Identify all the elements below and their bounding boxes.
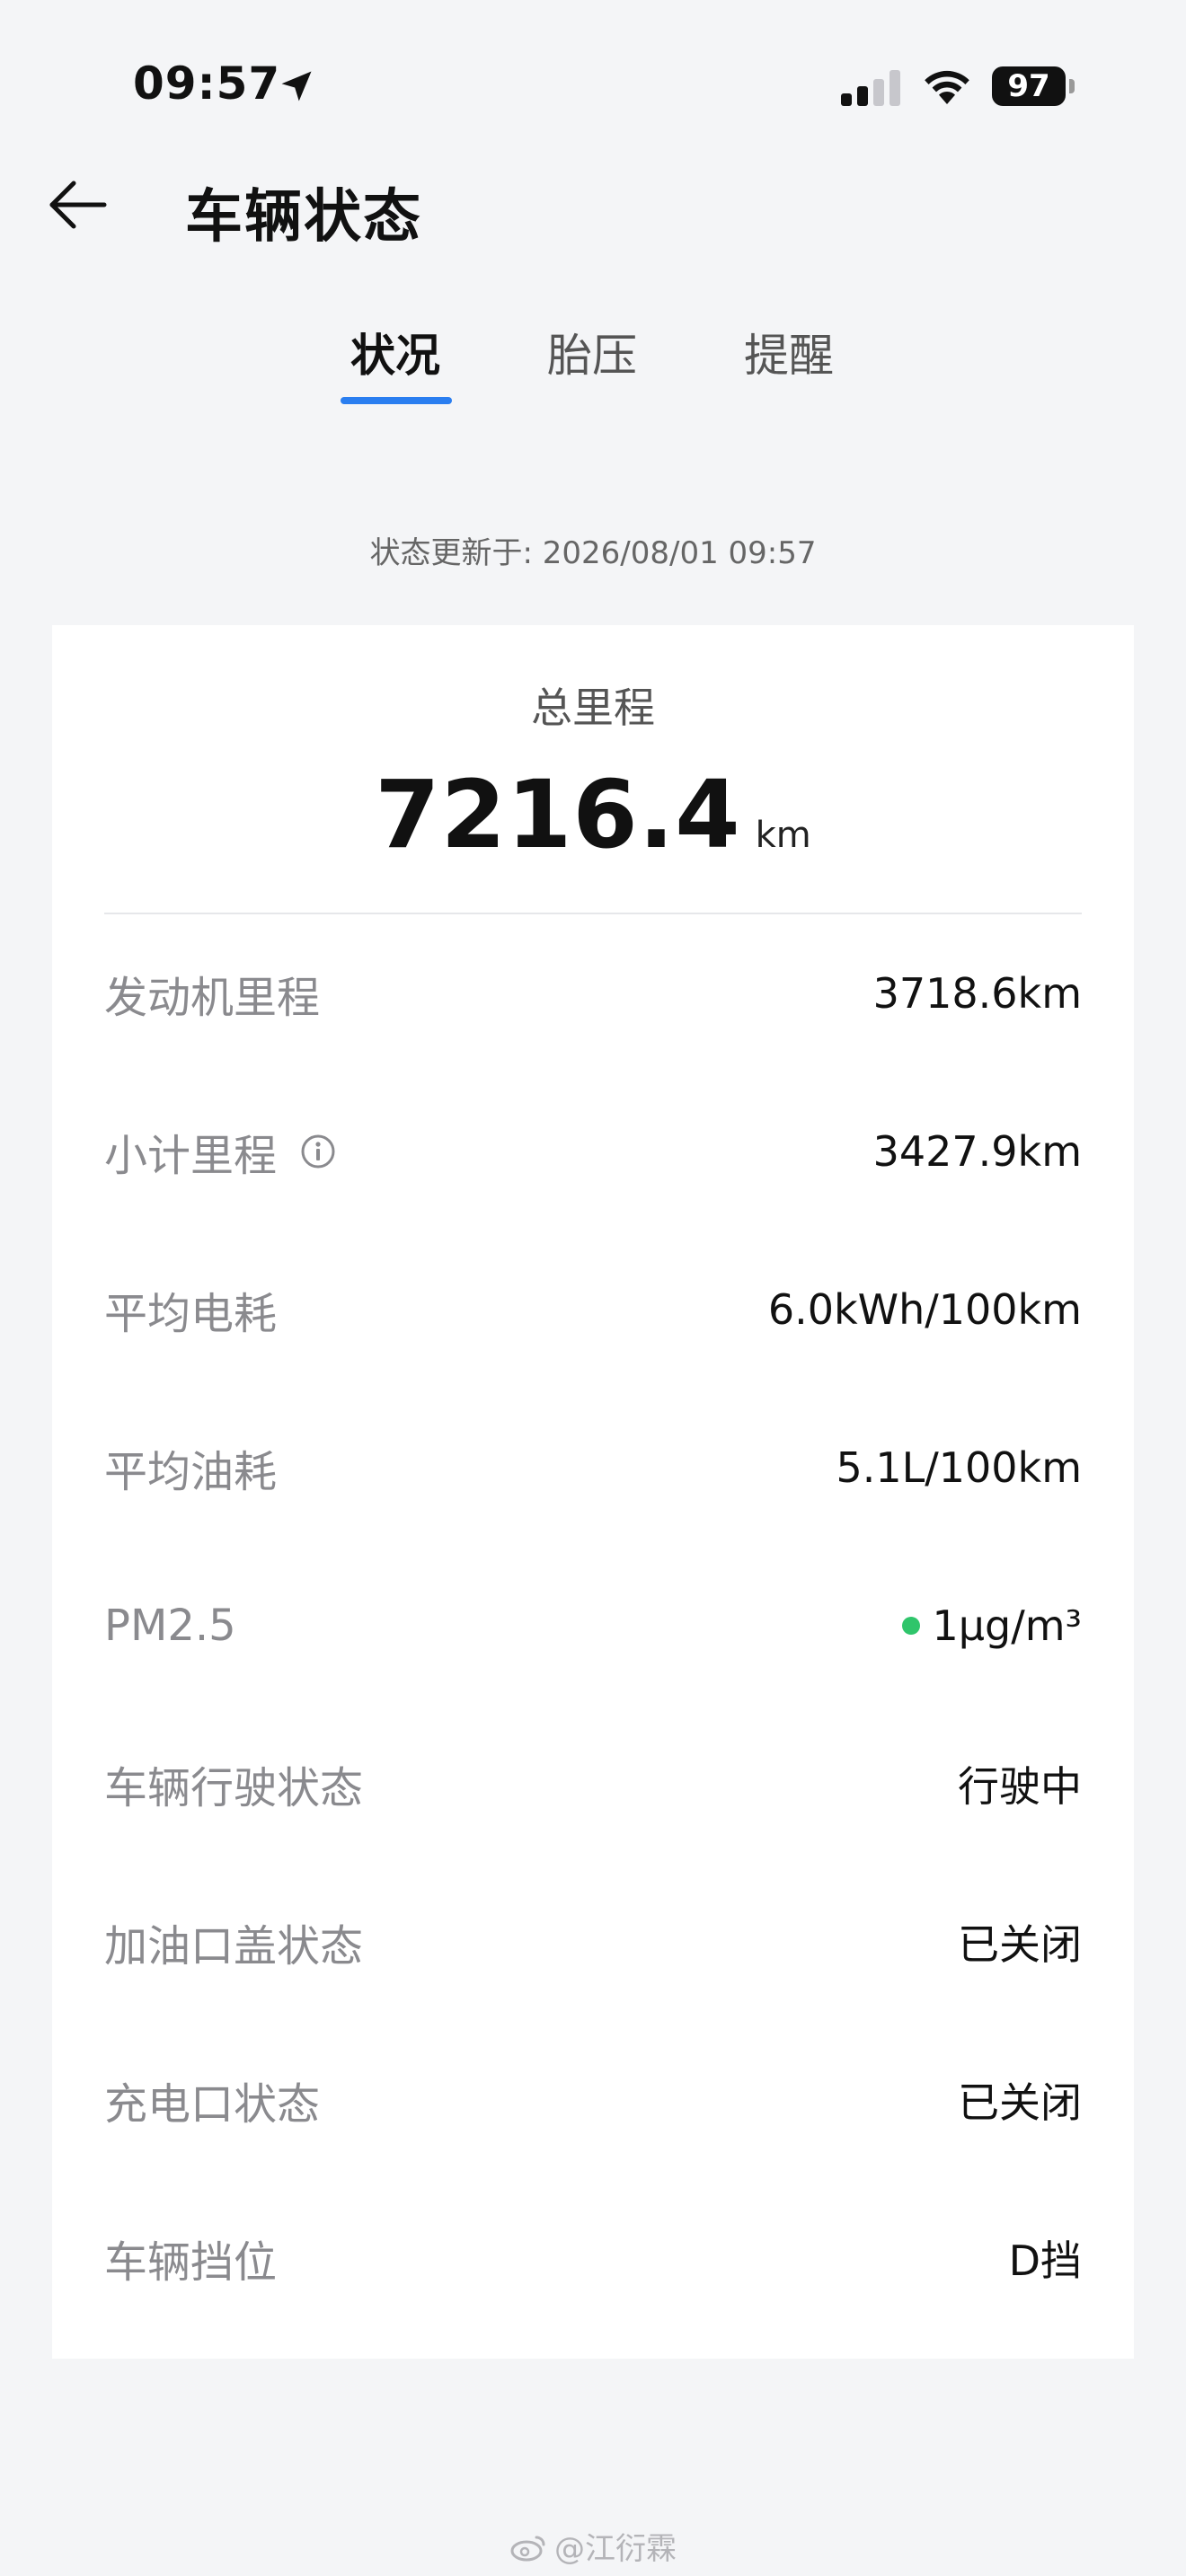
row-value: 5.1L/100km bbox=[836, 1443, 1082, 1492]
row-value: 1μg/m³ bbox=[932, 1601, 1082, 1650]
row-value: 已关闭 bbox=[958, 2078, 1082, 2127]
row-value-wrap: 1μg/m³ bbox=[901, 1601, 1082, 1650]
active-tab-indicator bbox=[341, 397, 452, 404]
row-label: 发动机里程 bbox=[104, 973, 321, 1023]
row-value: 3427.9km bbox=[872, 1127, 1082, 1176]
total-mileage-label: 总里程 bbox=[531, 684, 655, 732]
row-label: PM2.5 bbox=[104, 1601, 236, 1651]
last-updated-text: 状态更新于: 2026/08/01 09:57 bbox=[369, 535, 817, 571]
row-label: 小计里程 bbox=[104, 1131, 278, 1181]
row-value: 已关闭 bbox=[958, 1920, 1082, 1969]
battery-indicator: 97 bbox=[992, 66, 1066, 106]
row-driving-state: 车辆行驶状态 行驶中 bbox=[104, 1705, 1082, 1863]
info-icon[interactable] bbox=[300, 1134, 336, 1169]
total-mileage: 7216.4 km bbox=[52, 760, 1134, 869]
tab-condition[interactable]: 状况 bbox=[332, 320, 458, 401]
air-quality-dot bbox=[901, 1617, 920, 1635]
status-time: 09:57 bbox=[133, 57, 281, 110]
row-label: 车辆行驶状态 bbox=[104, 1763, 364, 1813]
row-value: 行驶中 bbox=[958, 1762, 1082, 1811]
row-avg-fuel: 平均油耗 5.1L/100km bbox=[104, 1389, 1082, 1547]
battery-tip bbox=[1069, 79, 1075, 93]
page-title: 车辆状态 bbox=[185, 184, 422, 251]
status-list: 发动机里程 3718.6km 小计里程 3427.9km 平均电耗 6.0kWh… bbox=[104, 914, 1082, 2337]
watermark: @江衍霖 bbox=[0, 2524, 1186, 2568]
cellular-signal-icon bbox=[841, 70, 900, 106]
row-label: 平均油耗 bbox=[104, 1447, 278, 1497]
back-button[interactable] bbox=[47, 176, 110, 234]
tab-reminders[interactable]: 提醒 bbox=[726, 320, 852, 401]
row-charge-port: 充电口状态 已关闭 bbox=[104, 2021, 1082, 2179]
tab-bar: 状况 胎压 提醒 bbox=[0, 320, 1186, 419]
total-mileage-unit: km bbox=[755, 815, 811, 856]
watermark-text: @江衍霖 bbox=[554, 2531, 677, 2567]
row-value: 6.0kWh/100km bbox=[767, 1285, 1082, 1334]
row-label: 平均电耗 bbox=[104, 1289, 278, 1339]
row-label: 充电口状态 bbox=[104, 2079, 321, 2130]
row-trip-mileage: 小计里程 3427.9km bbox=[104, 1072, 1082, 1231]
vehicle-status-screen: 09:57 97 车辆状态 状况 胎压 提醒 状态更新于: 2026/08/01… bbox=[0, 0, 1186, 2576]
row-fuel-door: 加油口盖状态 已关闭 bbox=[104, 1863, 1082, 2021]
weibo-icon bbox=[510, 2536, 545, 2562]
status-card: 总里程 7216.4km 发动机里程 3718.6km 小计里程 3427.9 bbox=[52, 625, 1134, 2359]
row-label-wrap: 小计里程 bbox=[104, 1120, 336, 1183]
tab-tire-pressure[interactable]: 胎压 bbox=[529, 320, 655, 401]
row-label: 车辆挡位 bbox=[104, 2237, 278, 2288]
row-avg-energy: 平均电耗 6.0kWh/100km bbox=[104, 1231, 1082, 1389]
location-arrow-icon bbox=[281, 71, 312, 101]
row-value: D挡 bbox=[1008, 2236, 1082, 2285]
row-label: 加油口盖状态 bbox=[104, 1921, 364, 1972]
row-value: 3718.6km bbox=[872, 969, 1082, 1018]
row-engine-mileage: 发动机里程 3718.6km bbox=[104, 914, 1082, 1072]
row-pm25: PM2.5 1μg/m³ bbox=[104, 1547, 1082, 1705]
total-mileage-value: 7216.4 bbox=[375, 760, 741, 869]
wifi-icon bbox=[925, 70, 969, 104]
arrow-left-icon bbox=[49, 181, 107, 229]
row-gear: 车辆挡位 D挡 bbox=[104, 2179, 1082, 2337]
status-bar: 09:57 97 bbox=[0, 0, 1186, 171]
